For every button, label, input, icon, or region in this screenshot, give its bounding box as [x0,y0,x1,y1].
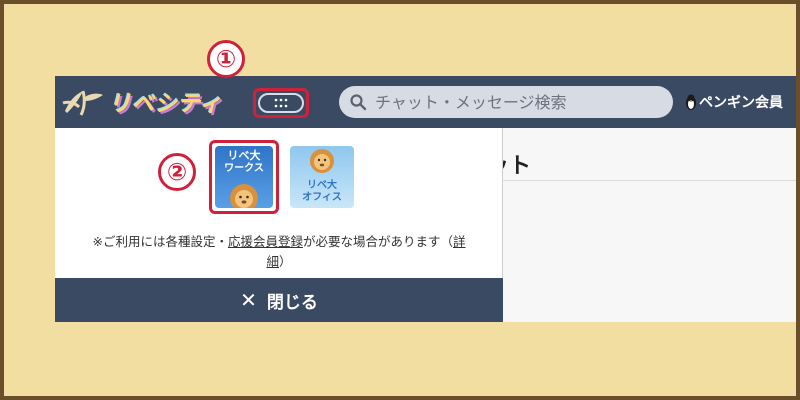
app-window: リベシティ ペンギン会員 [55,76,800,322]
search-icon [350,94,367,111]
close-button[interactable]: ✕ 閉じる [55,278,503,322]
app-tile-office[interactable]: リベ大 オフィス [287,140,357,214]
close-label: 閉じる [266,292,318,313]
close-icon: ✕ [240,288,257,312]
step-marker-1: ① [207,40,245,78]
search-input[interactable] [375,92,665,112]
app-grid: リベ大 ワークス リベ大 オフィス [209,140,357,214]
usage-notice: ※ご利用には各種設定・応援会員登録が必要な場合があります（詳 細） [55,232,503,272]
app-title: リベ大 [307,180,337,191]
works-app-icon: リベ大 ワークス [215,146,273,208]
app-title: リベ大 [227,149,261,162]
logo-text: リベシティ [109,92,223,117]
divider [503,180,800,181]
app-tile-works[interactable]: リベ大 ワークス [209,140,279,214]
notice-suffix: ） [279,254,292,269]
libecity-logo[interactable]: リベシティ [61,86,223,118]
apps-menu-button[interactable] [253,88,309,118]
details-link-part1[interactable]: 詳 [453,234,466,249]
notice-mid: が必要な場合があります（ [302,234,453,249]
user-menu[interactable]: ペンギン会員 [685,92,783,112]
top-header: リベシティ ペンギン会員 [55,76,800,128]
apps-button-pill [258,93,304,113]
lion-icon [230,184,258,208]
app-subtitle: オフィス [302,192,342,203]
user-label: ペンギン会員 [699,95,783,111]
apps-dropdown-panel: リベ大 ワークス リベ大 オフィス ※ご利用には各種設定・応援会員登録が必要な場… [55,128,503,322]
supporter-registration-link[interactable]: 応援会員登録 [228,234,303,249]
leaf-icon [62,90,103,116]
search-bar[interactable] [339,86,673,118]
office-app-icon: リベ大 オフィス [290,146,354,208]
step-marker-2: ② [158,153,196,191]
app-subtitle: ワークス [224,163,264,174]
notice-prefix: ※ご利用には各種設定・ [92,234,228,249]
details-link-part2[interactable]: 細 [266,254,279,269]
grid-dots-icon [274,98,288,108]
penguin-icon [686,94,696,110]
lion-icon [310,149,334,173]
